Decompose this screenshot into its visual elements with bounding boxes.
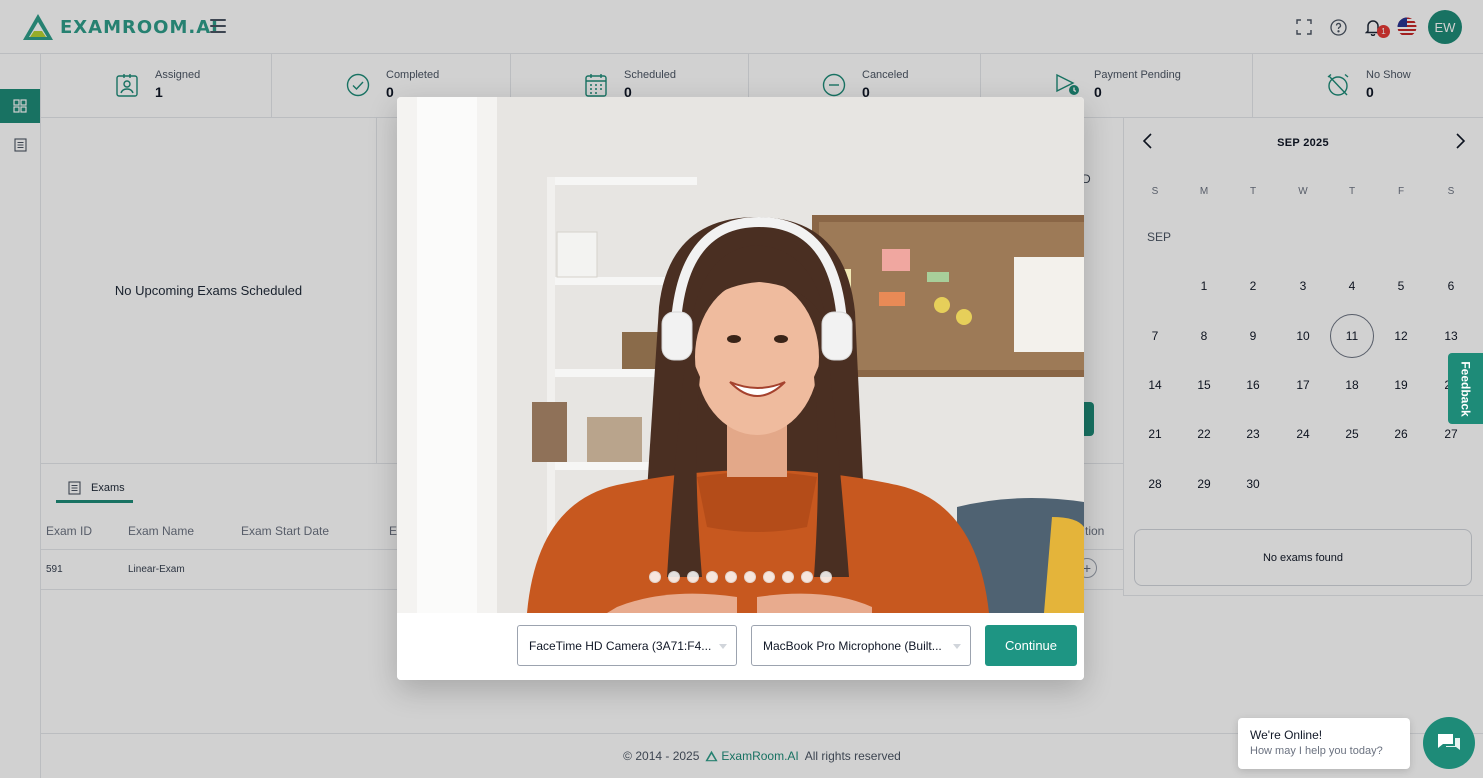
carousel-dot[interactable] xyxy=(763,571,775,583)
carousel-dot[interactable] xyxy=(744,571,756,583)
feedback-label: Feedback xyxy=(1458,360,1473,417)
camera-select-value: FaceTime HD Camera (3A71:F4... xyxy=(529,638,712,653)
carousel-dot[interactable] xyxy=(782,571,794,583)
microphone-select-value: MacBook Pro Microphone (Built... xyxy=(763,638,942,653)
carousel-dot[interactable] xyxy=(649,571,661,583)
device-setup-modal: FaceTime HD Camera (3A71:F4... MacBook P… xyxy=(397,97,1084,680)
chat-launcher-button[interactable] xyxy=(1423,717,1475,769)
carousel-dot[interactable] xyxy=(706,571,718,583)
carousel-dot[interactable] xyxy=(801,571,813,583)
chat-greeting[interactable]: We're Online! How may I help you today? xyxy=(1238,718,1410,769)
chat-icon xyxy=(1438,734,1460,750)
carousel-dots xyxy=(649,571,832,583)
continue-button[interactable]: Continue xyxy=(985,625,1077,666)
camera-select[interactable]: FaceTime HD Camera (3A71:F4... xyxy=(517,625,737,666)
microphone-select[interactable]: MacBook Pro Microphone (Built... xyxy=(751,625,971,666)
carousel-dot[interactable] xyxy=(725,571,737,583)
chevron-down-icon xyxy=(953,644,961,649)
carousel-dot[interactable] xyxy=(687,571,699,583)
onboarding-slide-image xyxy=(397,97,1084,613)
device-controls: FaceTime HD Camera (3A71:F4... MacBook P… xyxy=(397,613,1084,680)
chevron-down-icon xyxy=(719,644,727,649)
carousel-dot[interactable] xyxy=(668,571,680,583)
carousel-dot[interactable] xyxy=(820,571,832,583)
feedback-tab[interactable]: Feedback xyxy=(1448,353,1483,424)
chat-subtitle: How may I help you today? xyxy=(1250,745,1383,757)
chat-title: We're Online! xyxy=(1250,728,1323,742)
